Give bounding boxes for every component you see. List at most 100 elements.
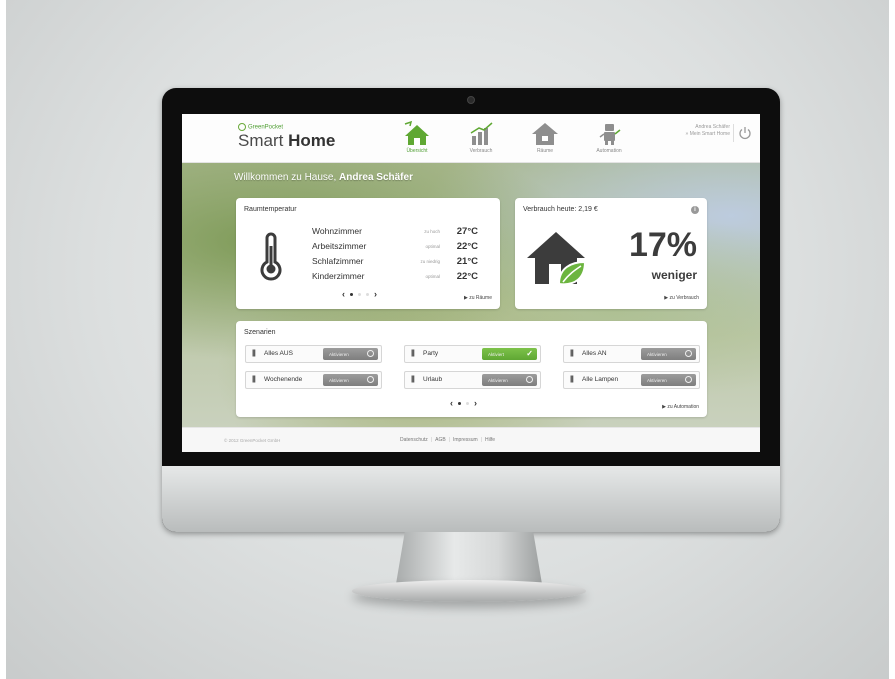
scenario-label: Urlaub (423, 376, 443, 383)
card-title: Raumtemperatur (244, 206, 297, 213)
scenario-label: Alle Lampen (582, 376, 619, 383)
separator: | (430, 437, 433, 443)
activate-button[interactable]: Aktivieren (641, 374, 696, 386)
consumption-card: Verbrauch heute: 2,19 € i 17% weniger ▶ … (515, 198, 707, 309)
scenario-wochenende[interactable]: ||| Wochenende Aktivieren (245, 371, 382, 389)
scenario-party[interactable]: ||| Party Aktiviert ✓ (404, 345, 541, 363)
drag-handle-icon[interactable]: ||| (411, 376, 415, 383)
room-name: Kinderzimmer (312, 271, 365, 281)
activate-button[interactable]: Aktivieren (323, 348, 378, 360)
to-consumption-link[interactable]: ▶ zu Verbrauch (664, 295, 699, 301)
room-state: optimal (425, 274, 440, 279)
copyright-text: © 2012 GreenPocket GmbH (224, 438, 281, 443)
button-label: Aktivieren (647, 377, 667, 383)
brand-small: GreenPocket (238, 123, 283, 131)
room-row[interactable]: Arbeitszimmer optimal 22°C (312, 241, 492, 256)
refresh-icon (367, 350, 374, 357)
room-temperature: 27°C (456, 226, 478, 237)
pager-dot[interactable] (350, 292, 353, 296)
nav-automation[interactable]: Automation (584, 120, 634, 154)
scenario-label: Wochenende (264, 376, 303, 383)
refresh-icon (685, 376, 692, 383)
card-title: Verbrauch heute: 2,19 € (523, 206, 598, 213)
scenario-urlaub[interactable]: ||| Urlaub Aktivieren (404, 371, 541, 389)
top-bar: GreenPocket Smart Home Übersicht Verbrau… (182, 114, 760, 163)
room-row[interactable]: Kinderzimmer optimal 22°C (312, 271, 492, 286)
automation-robot-icon (599, 124, 621, 145)
drag-handle-icon[interactable]: ||| (570, 350, 574, 357)
room-list: Wohnzimmer zu hoch 27°C Arbeitszimmer op… (312, 226, 492, 286)
terms-link[interactable]: AGB (435, 437, 446, 443)
scenarios-card: Szenarien ||| Alles AUS Aktivieren ||| P… (236, 321, 707, 417)
to-rooms-link[interactable]: ▶ zu Räume (464, 295, 492, 301)
card-title: Szenarien (244, 329, 276, 336)
pager-next-button[interactable]: › (474, 398, 477, 408)
activate-button[interactable]: Aktivieren (323, 374, 378, 386)
footer-links: Datenschutz | AGB | Impressum | Hilfe (400, 437, 495, 443)
imprint-link[interactable]: Impressum (453, 437, 478, 443)
scenario-alle-lampen[interactable]: ||| Alle Lampen Aktivieren (563, 371, 700, 389)
my-smart-home-link[interactable]: » Mein Smart Home (686, 131, 730, 138)
divider (733, 124, 734, 142)
scenario-label: Party (423, 350, 439, 357)
room-name: Schlafzimmer (312, 256, 364, 266)
welcome-prefix: Willkommen zu Hause, (234, 172, 337, 183)
thermometer-icon (260, 232, 282, 281)
scenario-alles-an[interactable]: ||| Alles AN Aktivieren (563, 345, 700, 363)
refresh-icon (685, 350, 692, 357)
button-label: Aktivieren (488, 377, 508, 383)
activate-button[interactable]: Aktivieren (482, 374, 537, 386)
drag-handle-icon[interactable]: ||| (252, 350, 256, 357)
drag-handle-icon[interactable]: ||| (252, 376, 256, 383)
nav-label: Räume (536, 148, 554, 154)
nav-verbrauch[interactable]: Verbrauch (456, 120, 506, 154)
button-label: Aktivieren (329, 377, 349, 383)
scenario-alles-aus[interactable]: ||| Alles AUS Aktivieren (245, 345, 382, 363)
room-row[interactable]: Wohnzimmer zu hoch 27°C (312, 226, 492, 241)
refresh-icon (526, 376, 533, 383)
brand-logo-icon (238, 123, 246, 131)
monitor-base (352, 580, 586, 602)
nav-raeume[interactable]: Räume (520, 120, 570, 154)
app-logo[interactable]: Smart Home (238, 131, 335, 151)
pager-dot[interactable] (366, 292, 369, 296)
room-name: Wohnzimmer (312, 226, 362, 236)
pager-dot[interactable] (358, 292, 361, 296)
pager-dot[interactable] (458, 401, 461, 405)
eco-house-icon (527, 232, 587, 286)
dashboard-background: Willkommen zu Hause, Andrea Schäfer Raum… (182, 163, 760, 427)
user-name: Andrea Schäfer (695, 124, 730, 130)
room-temperature-card: Raumtemperatur Wohnzimmer zu hoch 27°C A… (236, 198, 500, 309)
refresh-icon (367, 376, 374, 383)
drag-handle-icon[interactable]: ||| (570, 376, 574, 383)
pager-next-button[interactable]: › (374, 289, 377, 299)
welcome-name: Andrea Schäfer (339, 172, 413, 183)
help-link[interactable]: Hilfe (485, 437, 495, 443)
room-row[interactable]: Schlafzimmer zu niedrig 21°C (312, 256, 492, 271)
savings-label: weniger (651, 268, 697, 282)
room-state: optimal (425, 244, 440, 249)
power-icon[interactable] (738, 126, 752, 140)
nav-label: Automation (596, 148, 622, 154)
brand-small-text: GreenPocket (248, 124, 284, 131)
separator: | (448, 437, 450, 443)
room-temperature: 22°C (456, 271, 478, 282)
scenario-label: Alles AN (582, 350, 607, 357)
room-state: zu hoch (424, 229, 440, 234)
scenario-label: Alles AUS (264, 350, 293, 357)
savings-percent: 17% (628, 226, 697, 264)
pager-prev-button[interactable]: ‹ (342, 289, 345, 299)
rooms-house-icon (532, 123, 558, 145)
pager-dot[interactable] (466, 401, 469, 405)
to-automation-link[interactable]: ▶ zu Automation (662, 404, 699, 410)
pager-prev-button[interactable]: ‹ (450, 398, 453, 408)
activated-button[interactable]: Aktiviert ✓ (482, 348, 537, 360)
monitor: GreenPocket Smart Home Übersicht Verbrau… (162, 88, 780, 532)
scenario-pager: ‹ › (450, 398, 477, 408)
check-icon: ✓ (526, 348, 533, 358)
privacy-link[interactable]: Datenschutz (400, 437, 428, 443)
drag-handle-icon[interactable]: ||| (411, 350, 415, 357)
activate-button[interactable]: Aktivieren (641, 348, 696, 360)
nav-uebersicht[interactable]: Übersicht (392, 120, 442, 154)
info-icon[interactable]: i (691, 206, 699, 214)
